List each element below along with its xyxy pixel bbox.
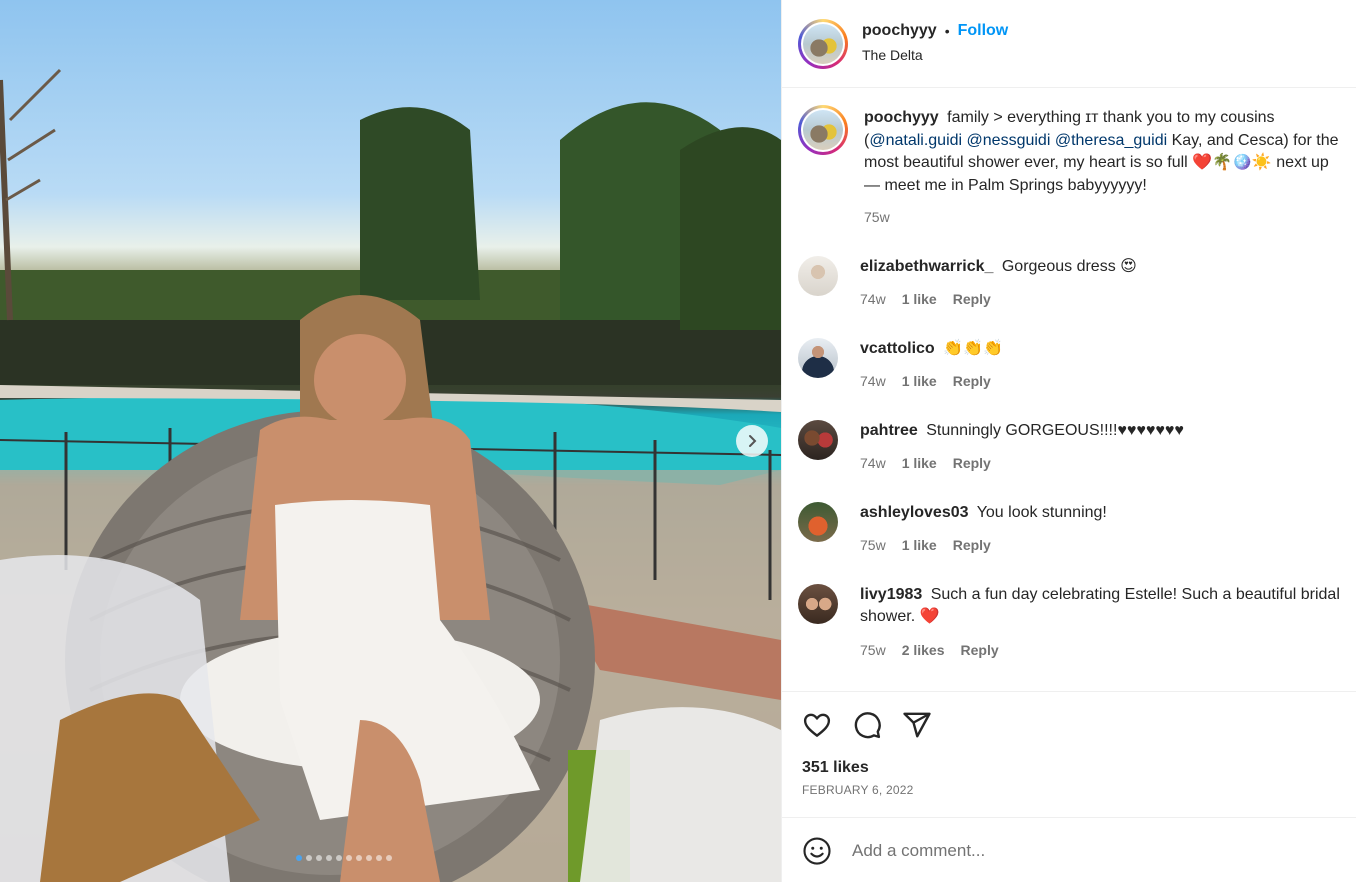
reply-button[interactable]: Reply — [961, 639, 999, 662]
comment-item: elizabethwarrick_ Gorgeous dress 😍 74w 1… — [798, 254, 1340, 311]
comments-section[interactable]: poochyyy family > everything ɪᴛ thank yo… — [782, 88, 1356, 691]
comment-item: livy1983 Such a fun day celebrating Este… — [798, 582, 1340, 662]
next-slide-button[interactable] — [736, 425, 768, 457]
mention-link[interactable]: @theresa_guidi — [1055, 132, 1167, 149]
comment-likes[interactable]: 1 like — [902, 288, 937, 311]
commenter-username[interactable]: vcattolico — [860, 340, 935, 357]
post-photo — [0, 68, 781, 882]
commenter-avatar[interactable] — [798, 255, 838, 296]
reply-button[interactable]: Reply — [953, 370, 991, 393]
share-button[interactable] — [902, 710, 932, 740]
commenter-avatar[interactable] — [798, 501, 838, 542]
heart-icon — [803, 713, 831, 737]
post-footer: 351 likes FEBRUARY 6, 2022 — [782, 691, 1356, 865]
chevron-right-icon — [749, 435, 757, 447]
comment-item: pahtree Stunningly GORGEOUS!!!!♥♥♥♥♥♥♥ 7… — [798, 418, 1340, 475]
author-avatar[interactable] — [798, 18, 848, 69]
caption-timestamp[interactable]: 75w — [864, 206, 1340, 229]
post-header: poochyyy • Follow The Delta — [782, 0, 1356, 88]
comment-likes[interactable]: 1 like — [902, 370, 937, 393]
post-media[interactable] — [0, 0, 781, 882]
caption-author-avatar[interactable] — [798, 105, 848, 155]
comment-text: Such a fun day celebrating Estelle! Such… — [860, 585, 1340, 626]
like-button[interactable] — [802, 710, 832, 740]
commenter-username[interactable]: livy1983 — [860, 586, 922, 603]
comment-timestamp[interactable]: 74w — [860, 370, 886, 393]
carousel-dot — [346, 855, 352, 861]
carousel-dot — [356, 855, 362, 861]
follow-button[interactable]: Follow — [958, 22, 1009, 40]
carousel-dot — [336, 855, 342, 861]
carousel-dot — [386, 855, 392, 861]
carousel-dots — [296, 855, 392, 861]
comment-timestamp[interactable]: 74w — [860, 452, 886, 475]
mention-link[interactable]: @nessguidi — [967, 132, 1051, 149]
share-icon — [903, 712, 931, 738]
carousel-dot — [316, 855, 322, 861]
comment-icon — [854, 712, 881, 739]
post-caption: poochyyy family > everything ɪᴛ thank yo… — [798, 88, 1340, 229]
comment-item: ashleyloves03 You look stunning! 75w 1 l… — [798, 500, 1340, 557]
carousel-dot — [326, 855, 332, 861]
caption-username[interactable]: poochyyy — [864, 109, 939, 126]
mention-link[interactable]: @natali.guidi — [869, 132, 962, 149]
reply-button[interactable]: Reply — [953, 534, 991, 557]
comment-text: You look stunning! — [976, 503, 1107, 521]
comment-likes[interactable]: 2 likes — [902, 639, 945, 662]
carousel-dot — [306, 855, 312, 861]
comment-text: Stunningly GORGEOUS!!!!♥♥♥♥♥♥♥ — [926, 421, 1184, 439]
reply-button[interactable]: Reply — [953, 288, 991, 311]
like-count[interactable]: 351 likes — [802, 759, 1356, 777]
separator-dot: • — [944, 23, 950, 39]
commenter-username[interactable]: elizabethwarrick_ — [860, 258, 993, 275]
commenter-username[interactable]: ashleyloves03 — [860, 504, 969, 521]
commenter-username[interactable]: pahtree — [860, 422, 918, 439]
comment-text: 👏👏👏 — [943, 339, 1003, 357]
carousel-dot-active — [296, 855, 302, 861]
action-bar — [782, 692, 1356, 740]
comment-timestamp[interactable]: 74w — [860, 288, 886, 311]
author-username[interactable]: poochyyy — [862, 22, 937, 40]
comment-likes[interactable]: 1 like — [902, 534, 937, 557]
add-comment-bar — [782, 817, 1356, 882]
comment-text: Gorgeous dress 😍 — [1001, 257, 1137, 275]
post-side-panel: poochyyy • Follow The Delta poochyyy fam… — [781, 0, 1356, 882]
comment-timestamp[interactable]: 75w — [860, 639, 886, 662]
commenter-avatar[interactable] — [798, 583, 838, 624]
reply-button[interactable]: Reply — [953, 452, 991, 475]
comment-likes[interactable]: 1 like — [902, 452, 937, 475]
comment-timestamp[interactable]: 75w — [860, 534, 886, 557]
carousel-dot — [366, 855, 372, 861]
emoji-icon[interactable] — [802, 836, 832, 866]
commenter-avatar[interactable] — [798, 419, 838, 460]
comment-button[interactable] — [852, 710, 882, 740]
comment-input[interactable] — [852, 840, 1312, 861]
carousel-dot — [376, 855, 382, 861]
comment-item: vcattolico 👏👏👏 74w 1 like Reply — [798, 336, 1340, 393]
post-location[interactable]: The Delta — [862, 47, 1008, 63]
commenter-avatar[interactable] — [798, 337, 838, 378]
post-date: FEBRUARY 6, 2022 — [802, 783, 914, 797]
